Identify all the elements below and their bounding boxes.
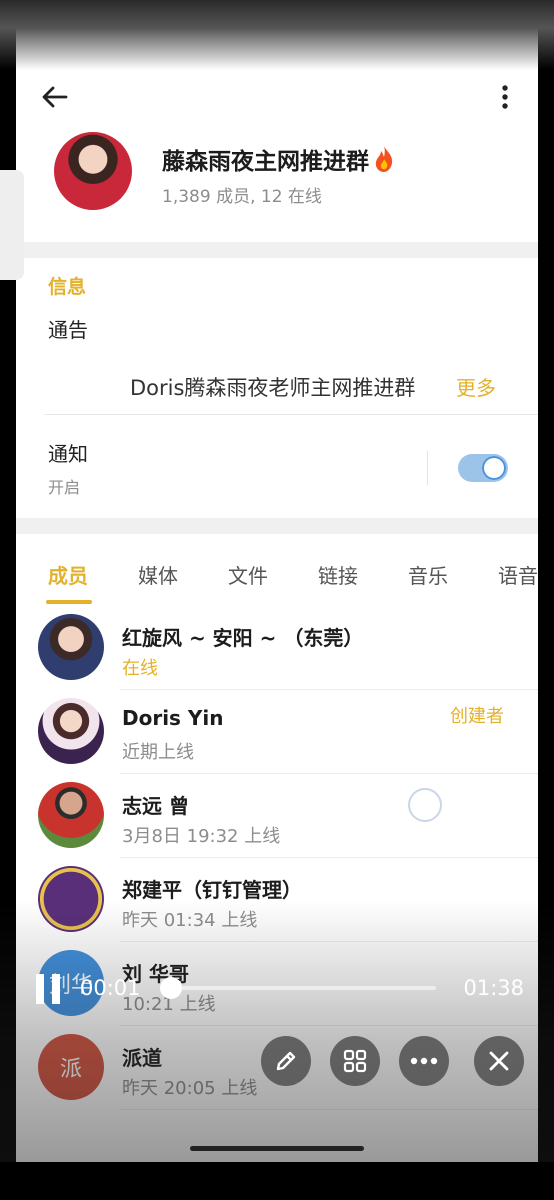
fire-emoji-icon (375, 146, 393, 172)
seek-thumb[interactable] (160, 977, 182, 999)
notice-text[interactable]: Doris腾森雨夜老师主网推进群 (130, 372, 450, 402)
list-item[interactable]: Doris Yin 近期上线 创建者 (16, 690, 538, 774)
media-tabs: 成员 媒体 文件 链接 音乐 语音 (16, 556, 538, 606)
current-time: 00:01 (80, 976, 141, 1000)
list-item[interactable]: 红旋风 ~ 安阳 ~ （东莞） 在线 (16, 606, 538, 690)
list-item[interactable]: 志远 曾 3月8日 19:32 上线 (16, 774, 538, 858)
tab-links[interactable]: 链接 (318, 560, 358, 589)
avatar (38, 782, 104, 848)
tab-voice[interactable]: 语音 (498, 560, 538, 589)
back-arrow-icon[interactable] (40, 82, 70, 112)
group-member-count: 1,389 成员, 12 在线 (162, 187, 322, 207)
tab-members[interactable]: 成员 (48, 560, 88, 589)
avatar (38, 698, 104, 764)
divider-vertical (427, 451, 428, 485)
tab-media[interactable]: 媒体 (138, 560, 178, 589)
tab-files[interactable]: 文件 (228, 560, 268, 589)
total-time: 01:38 (463, 976, 524, 1000)
group-title: 藤森雨夜主网推进群 (162, 142, 395, 176)
section-divider (16, 518, 538, 534)
member-status: 昨天 01:34 上线 (122, 910, 258, 931)
status-bar-shade (0, 0, 554, 70)
seek-track[interactable] (170, 986, 436, 990)
tab-music[interactable]: 音乐 (408, 560, 448, 589)
player-actions (0, 1036, 554, 1088)
close-icon (489, 1051, 509, 1071)
member-name: Doris Yin (122, 706, 224, 730)
grid-button[interactable] (330, 1036, 380, 1086)
grid-icon (343, 1049, 367, 1073)
divider (120, 1109, 538, 1110)
avatar (38, 614, 104, 680)
edge-handle (0, 170, 24, 280)
more-horiz-icon (410, 1057, 438, 1065)
active-tab-indicator (46, 600, 92, 604)
edit-button[interactable] (261, 1036, 311, 1086)
avatar (38, 866, 104, 932)
loading-ring-icon (408, 788, 442, 822)
notice-more-link[interactable]: 更多 (456, 372, 496, 401)
member-status: 近期上线 (122, 742, 194, 763)
home-indicator (190, 1146, 364, 1151)
more-options-button[interactable] (399, 1036, 449, 1086)
app-bar (16, 78, 538, 118)
divider (44, 414, 538, 415)
member-name: 红旋风 ~ 安阳 ~ （东莞） (122, 626, 364, 650)
member-name: 志远 曾 (122, 794, 189, 818)
notifications-toggle[interactable] (458, 454, 508, 482)
notifications-title: 通知 (48, 442, 88, 466)
info-section-label: 信息 (48, 276, 87, 298)
notice-title: 通告 (48, 318, 88, 342)
pencil-icon (276, 1051, 296, 1071)
member-name: 郑建平（钉钉管理） (122, 878, 302, 902)
member-list: 红旋风 ~ 安阳 ~ （东莞） 在线 Doris Yin 近期上线 创建者 志远… (16, 606, 538, 1110)
creator-badge: 创建者 (450, 706, 504, 727)
member-status: 3月8日 19:32 上线 (122, 826, 281, 847)
close-button[interactable] (474, 1036, 524, 1086)
more-vert-icon[interactable] (498, 82, 512, 112)
member-status: 在线 (122, 658, 158, 679)
list-item[interactable]: 郑建平（钉钉管理） 昨天 01:34 上线 (16, 858, 538, 942)
media-player-bar: 00:01 01:38 (0, 960, 554, 1020)
pause-icon[interactable] (36, 974, 62, 1004)
section-divider (16, 242, 538, 258)
toggle-knob (482, 456, 506, 480)
group-avatar[interactable] (54, 132, 132, 210)
notifications-state: 开启 (48, 478, 81, 497)
group-header: 藤森雨夜主网推进群 1,389 成员, 12 在线 (16, 130, 538, 242)
